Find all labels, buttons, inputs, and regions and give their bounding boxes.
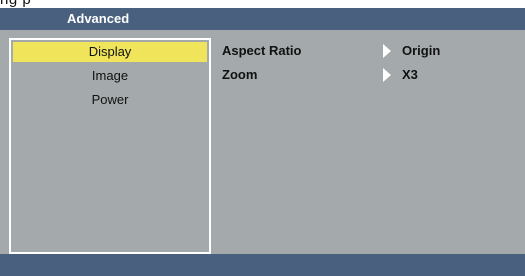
osd-title-bar: Advanced — [0, 8, 525, 30]
osd-footer-bar — [0, 254, 525, 276]
menu-item-image[interactable]: Image — [13, 66, 207, 86]
osd-title: Advanced — [67, 11, 130, 26]
setting-row-aspect-ratio[interactable]: Aspect Ratio Origin — [222, 42, 522, 60]
setting-label: Aspect Ratio — [222, 43, 302, 58]
setting-label: Zoom — [222, 67, 258, 82]
menu-item-display[interactable]: Display — [13, 42, 207, 62]
triangle-right-icon — [383, 44, 391, 58]
setting-value: Origin — [402, 43, 441, 58]
category-list: Display Image Power — [9, 38, 211, 254]
osd-menu: Advanced Display Image Power Aspect Rati… — [0, 8, 525, 276]
clipped-heading-fragment: ng p — [0, 0, 31, 8]
screenshot-stage: ng p Advanced Display Image Power Aspect… — [0, 0, 525, 276]
setting-row-zoom[interactable]: Zoom X3 — [222, 66, 522, 84]
triangle-right-icon — [383, 68, 391, 82]
setting-value: X3 — [402, 67, 418, 82]
menu-item-power[interactable]: Power — [13, 90, 207, 110]
